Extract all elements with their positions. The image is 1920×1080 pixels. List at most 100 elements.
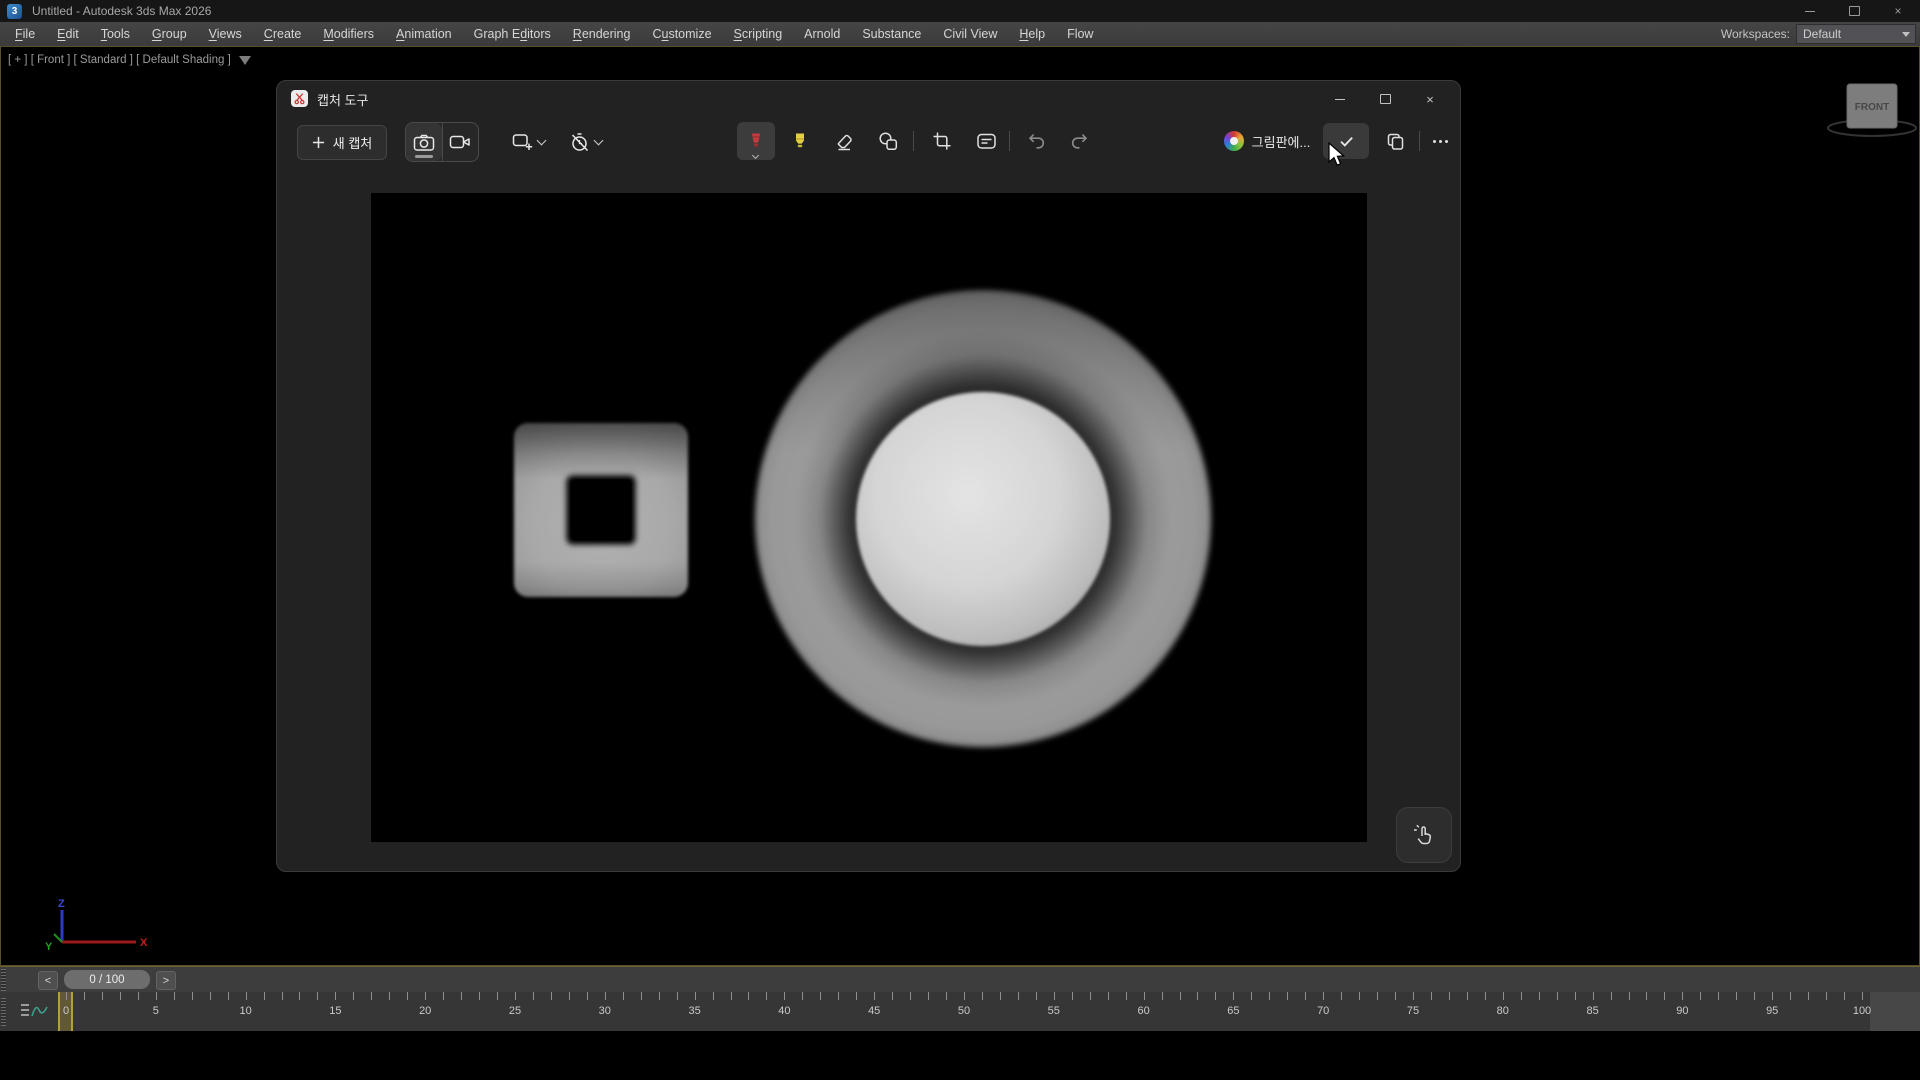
- ruler-tick: [210, 992, 211, 1000]
- menu-item-edit[interactable]: Edit: [46, 22, 90, 46]
- menu-item-civil-view[interactable]: Civil View: [932, 22, 1008, 46]
- menu-item-group[interactable]: Group: [141, 22, 198, 46]
- ruler-tick: [1467, 992, 1468, 1000]
- ruler-tick: [497, 992, 498, 1000]
- minimize-icon[interactable]: [1325, 87, 1355, 111]
- ruler-tick: [1826, 992, 1827, 1000]
- viewport-label[interactable]: [ + ] [ Front ] [ Standard ] [ Default S…: [8, 54, 251, 66]
- timeline-ruler[interactable]: 0510152025303540455055606570758085909510…: [0, 992, 1920, 1031]
- active-mode-indicator: [415, 155, 433, 158]
- viewport-filter-icon[interactable]: [239, 56, 251, 65]
- chevron-down-icon: [536, 135, 546, 145]
- close-icon[interactable]: ×: [1876, 0, 1920, 22]
- redo-button[interactable]: [1061, 122, 1099, 160]
- mini-curve-editor-button[interactable]: [20, 1001, 48, 1026]
- menu-item-graph-editors[interactable]: Graph Editors: [463, 22, 562, 46]
- menu-item-flow[interactable]: Flow: [1056, 22, 1104, 46]
- ruler-tick: [766, 992, 767, 1000]
- close-icon[interactable]: ×: [1415, 87, 1445, 111]
- ruler-tick: [1180, 992, 1181, 1000]
- timer-dropdown[interactable]: [559, 125, 613, 158]
- toolbar-grip[interactable]: [1, 969, 6, 991]
- next-frame-button[interactable]: >: [156, 971, 176, 990]
- time-slider-handle[interactable]: 0 / 100: [64, 970, 150, 989]
- menu-item-modifiers[interactable]: Modifiers: [312, 22, 385, 46]
- toolbar-grip[interactable]: [1, 998, 6, 1026]
- menu-item-customize[interactable]: Customize: [641, 22, 722, 46]
- snipping-tool-app-icon: [291, 90, 308, 107]
- ruler-tick: [1126, 992, 1127, 1000]
- ruler-label: 75: [1407, 1005, 1419, 1017]
- text-actions-button[interactable]: [967, 122, 1005, 160]
- bottom-empty-area: [0, 1031, 1920, 1080]
- ruler-tick: [192, 992, 193, 1000]
- copy-button[interactable]: [1377, 123, 1413, 159]
- menu-item-tools[interactable]: Tools: [90, 22, 141, 46]
- menu-item-scripting[interactable]: Scripting: [723, 22, 794, 46]
- shapes-tool-button[interactable]: [869, 122, 907, 160]
- menu-item-animation[interactable]: Animation: [385, 22, 463, 46]
- mini-curve-editor-icon: [20, 1001, 48, 1021]
- viewport-label-text[interactable]: [ + ] [ Front ] [ Standard ] [ Default S…: [8, 54, 231, 66]
- capture-region-dropdown[interactable]: [501, 125, 555, 158]
- ruler-label: 50: [958, 1005, 970, 1017]
- ruler-label: 100: [1853, 1005, 1871, 1017]
- highlighter-tool-button[interactable]: [781, 122, 819, 160]
- menu-item-help[interactable]: Help: [1008, 22, 1056, 46]
- ruler-tick: [1736, 992, 1737, 1000]
- photo-mode-button[interactable]: [406, 123, 442, 161]
- ruler-tick: [605, 992, 606, 1000]
- maximize-icon[interactable]: [1370, 87, 1400, 111]
- ruler-end-cap: [1870, 992, 1920, 1031]
- menu-item-arnold[interactable]: Arnold: [793, 22, 851, 46]
- previous-frame-button[interactable]: <: [38, 971, 58, 990]
- ruler-tick: [1772, 992, 1773, 1000]
- toolbar-separator: [913, 131, 914, 151]
- pen-tool-button[interactable]: [737, 122, 775, 160]
- workspace-dropdown[interactable]: Default: [1796, 24, 1916, 44]
- ruler-tick: [1521, 992, 1522, 1000]
- edit-in-paint-button[interactable]: 그림판에...: [1207, 123, 1327, 159]
- maximize-icon[interactable]: [1832, 0, 1876, 22]
- ruler-tick: [1754, 992, 1755, 1000]
- viewcube-front-label: FRONT: [1855, 102, 1889, 113]
- workspaces-label: Workspaces:: [1721, 27, 1790, 41]
- ruler-tick: [1664, 992, 1665, 1000]
- ruler-tick: [1700, 992, 1701, 1000]
- menu-item-substance[interactable]: Substance: [851, 22, 932, 46]
- crop-tool-button[interactable]: [923, 122, 961, 160]
- ruler-tick: [551, 992, 552, 1000]
- more-options-button[interactable]: [1425, 123, 1455, 159]
- minimize-icon[interactable]: [1788, 0, 1832, 22]
- ruler-tick: [1503, 992, 1504, 1000]
- viewcube[interactable]: FRONT: [1826, 78, 1918, 140]
- ruler-tick: [66, 992, 67, 1000]
- menu-item-file[interactable]: File: [4, 22, 46, 46]
- eraser-tool-button[interactable]: [825, 122, 863, 160]
- undo-button[interactable]: [1017, 122, 1055, 160]
- touch-writing-button[interactable]: [1396, 807, 1452, 863]
- workspaces-area: Workspaces: Default: [1721, 24, 1916, 44]
- ruler-tick: [389, 992, 390, 1000]
- ruler-tick: [282, 992, 283, 1000]
- snip-title-bar: 캡처 도구 ×: [277, 81, 1460, 115]
- snipping-tool-window: 캡처 도구 × 새 캡처: [276, 80, 1461, 872]
- menu-item-create[interactable]: Create: [253, 22, 313, 46]
- ruler-label: 45: [868, 1005, 880, 1017]
- ruler-tick: [1790, 992, 1791, 1000]
- ruler-tick: [1485, 992, 1486, 1000]
- new-capture-button[interactable]: 새 캡처: [297, 125, 387, 160]
- plus-icon: [312, 136, 325, 149]
- menu-item-views[interactable]: Views: [198, 22, 253, 46]
- edit-in-paint-label: 그림판에...: [1252, 132, 1311, 151]
- ruler-tick: [371, 992, 372, 1000]
- ruler-tick: [120, 992, 121, 1000]
- ruler-tick: [695, 992, 696, 1000]
- ruler-tick: [1449, 992, 1450, 1000]
- video-mode-button[interactable]: [442, 123, 478, 161]
- ruler-tick: [892, 992, 893, 1000]
- ruler-tick: [335, 992, 336, 1000]
- menu-item-rendering[interactable]: Rendering: [562, 22, 642, 46]
- ruler-tick: [1575, 992, 1576, 1000]
- ruler-tick: [317, 992, 318, 1000]
